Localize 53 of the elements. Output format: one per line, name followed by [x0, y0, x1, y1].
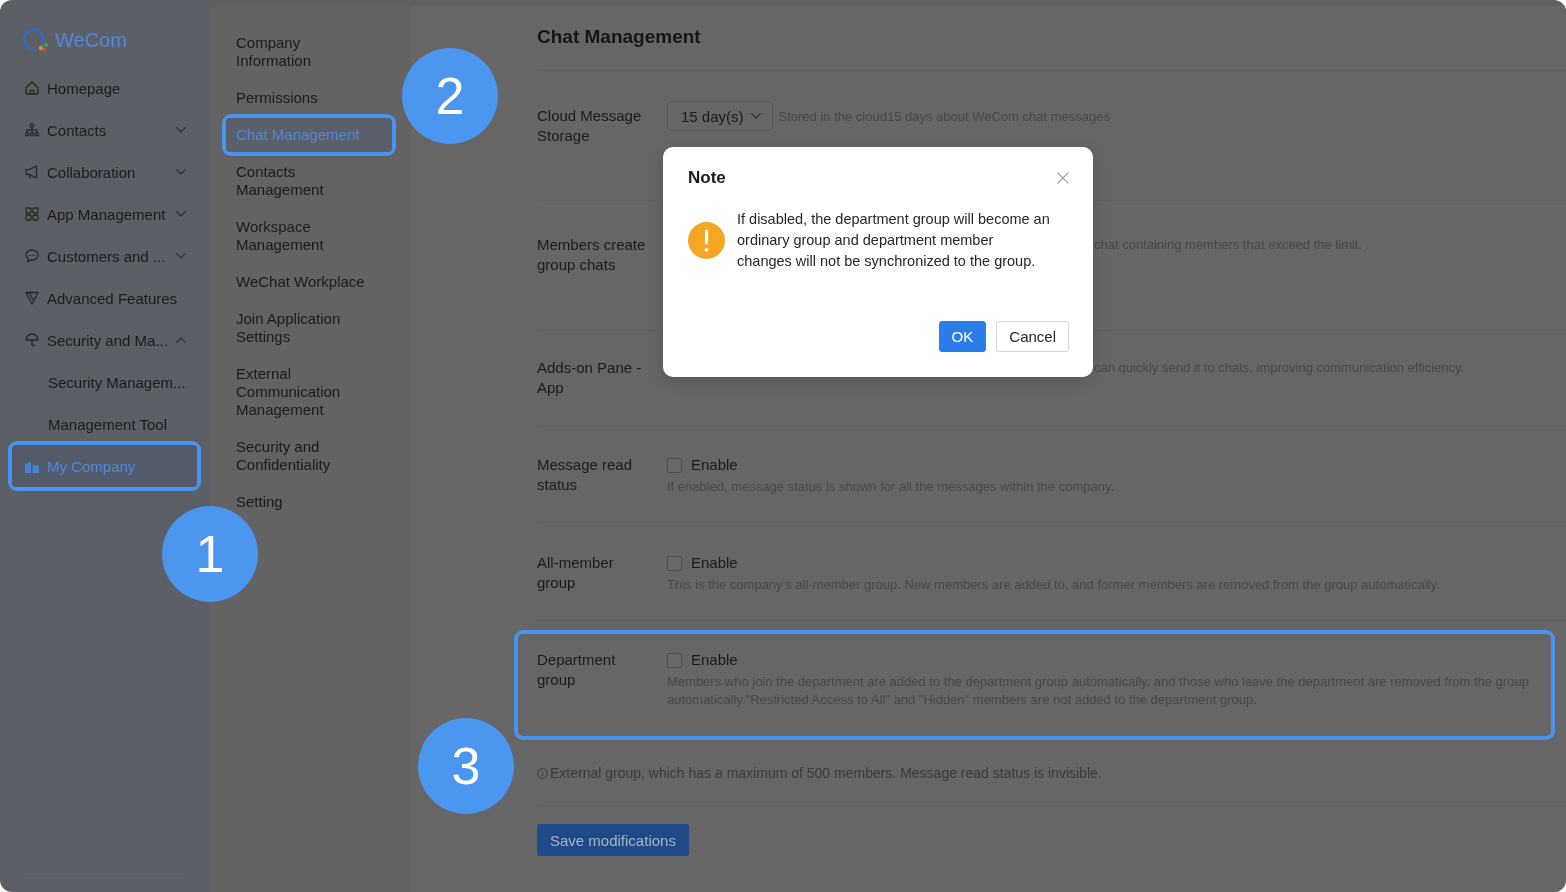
chat-bubble-icon	[25, 249, 39, 263]
logo-icon	[22, 28, 50, 52]
setting-label: Department group	[537, 650, 617, 690]
info-icon	[537, 767, 548, 779]
sidebar-item[interactable]: Management Tool	[12, 403, 197, 445]
org-chart-icon	[25, 123, 39, 137]
sidebar-item[interactable]: Security Managem...	[12, 361, 197, 403]
checkbox-label[interactable]: Enable	[691, 650, 738, 670]
triangle-icon	[25, 291, 39, 305]
sidebar-item[interactable]: Security and Ma...	[12, 319, 197, 361]
setting-label: All-member group	[537, 553, 615, 593]
warning-icon	[688, 222, 725, 259]
sidebar-item[interactable]: Homepage	[12, 67, 197, 109]
setting-label: Adds-on Pane - App	[537, 358, 643, 398]
megaphone-icon	[25, 165, 39, 179]
page-title: Chat Management	[537, 25, 702, 49]
subnav-item[interactable]: Chat Management	[226, 118, 392, 152]
subnav-item[interactable]: Permissions	[226, 81, 392, 115]
subnav-item[interactable]: Workspace Management	[226, 210, 392, 262]
checkbox[interactable]	[667, 652, 682, 668]
close-icon[interactable]	[1057, 172, 1069, 184]
dialog-message: If disabled, the department group will become an ordinary group and department member changes will not be synchronized to the group.	[737, 210, 1051, 271]
home-icon	[25, 81, 39, 95]
save-button[interactable]: Save modifications	[537, 824, 689, 856]
building-icon	[25, 459, 39, 473]
setting-label: Message read status	[537, 455, 634, 495]
sidebar-item[interactable]: Collaboration	[12, 151, 197, 193]
subnav-item[interactable]: WeChat Workplace	[226, 265, 392, 299]
subnav-item[interactable]: Security and Confidentiality	[226, 430, 392, 482]
sidebar-item[interactable]: Advanced Features	[12, 277, 197, 319]
subnav-item[interactable]: External Communication Management	[226, 357, 392, 427]
brand-name: WeCom	[55, 28, 127, 53]
checkbox[interactable]	[667, 555, 682, 571]
chevron-down-icon	[750, 113, 761, 119]
cancel-button[interactable]: Cancel	[996, 321, 1069, 352]
setting-label: Cloud Message Storage	[537, 106, 643, 146]
dialog-title: Note	[688, 168, 726, 188]
sidebar-item[interactable]: My Company	[12, 445, 197, 487]
subnav-item[interactable]: Join Application Settings	[226, 302, 392, 354]
grid-icon	[25, 207, 39, 221]
subnav-item[interactable]: Company Information	[226, 26, 392, 78]
checkbox-label[interactable]: Enable	[691, 455, 738, 475]
sidebar-item[interactable]: Customers and ...	[12, 235, 197, 277]
setting-label: Members create group chats	[537, 235, 647, 275]
checkbox-label[interactable]: Enable	[691, 553, 738, 573]
ok-button[interactable]: OK	[938, 321, 987, 352]
subnav-item[interactable]: Contacts Management	[226, 155, 392, 207]
checkbox[interactable]	[667, 457, 682, 473]
duration-select[interactable]: 15 day(s)	[667, 101, 773, 131]
sidebar-item[interactable]: Contacts	[12, 109, 197, 151]
umbrella-icon	[25, 333, 39, 347]
step-marker: 1	[162, 506, 258, 602]
sidebar-item[interactable]: App Management	[12, 193, 197, 235]
